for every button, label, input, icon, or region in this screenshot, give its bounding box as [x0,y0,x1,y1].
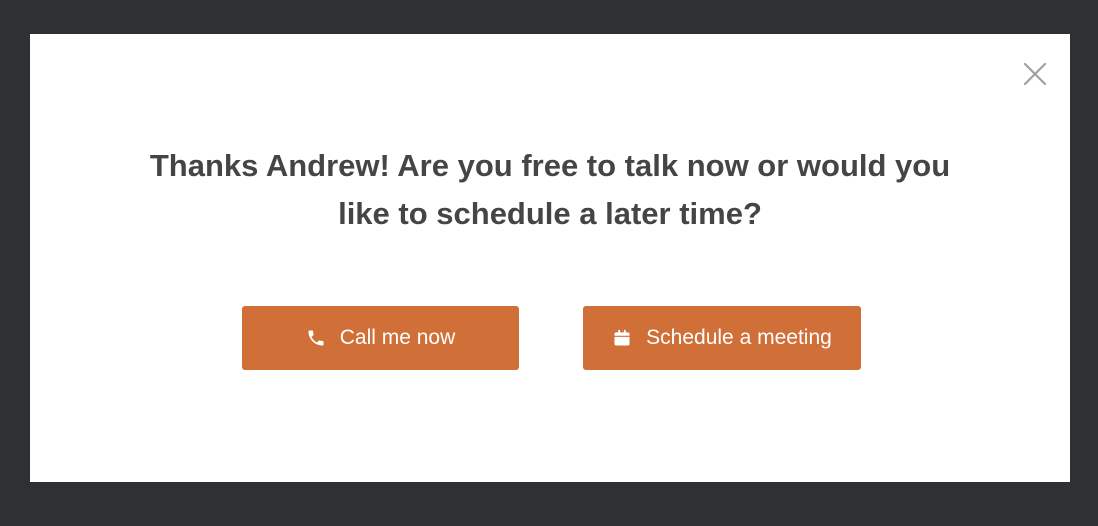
call-me-now-label: Call me now [339,326,456,349]
modal-backdrop[interactable]: Thanks Andrew! Are you free to talk now … [0,0,1098,526]
call-me-now-button[interactable]: Call me now [242,306,519,370]
close-button[interactable] [1020,59,1050,89]
schedule-meeting-button[interactable]: Schedule a meeting [583,306,861,370]
dialog-message: Thanks Andrew! Are you free to talk now … [149,148,951,231]
calendar-icon [612,328,632,348]
schedule-meeting-label: Schedule a meeting [646,326,832,349]
phone-icon [306,328,326,348]
close-icon [1020,59,1050,89]
modal-dialog: Thanks Andrew! Are you free to talk now … [30,34,1070,482]
